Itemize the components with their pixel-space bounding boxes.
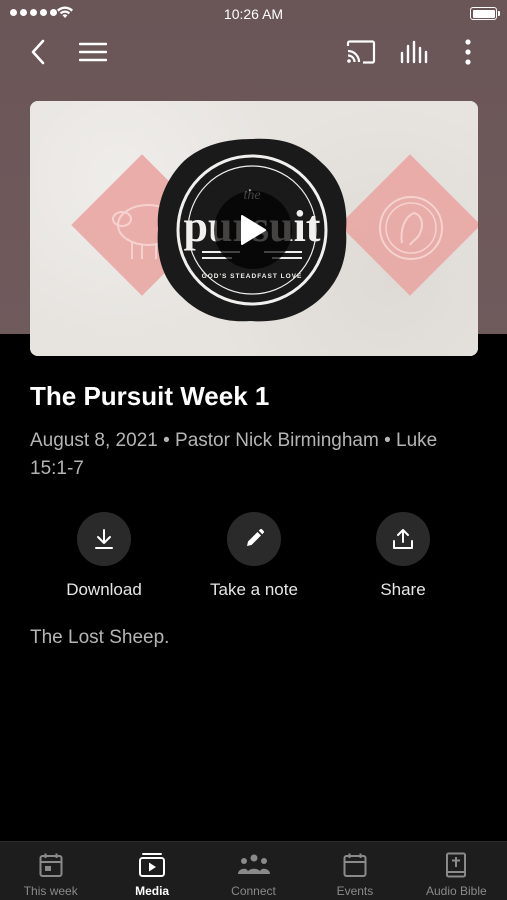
play-button[interactable]	[214, 191, 292, 269]
play-icon	[241, 215, 266, 245]
battery-icon	[470, 7, 500, 20]
calendar-icon	[343, 853, 367, 877]
equalizer-icon	[400, 40, 428, 64]
tab-media[interactable]: Media	[101, 842, 202, 900]
tab-connect[interactable]: Connect	[203, 842, 304, 900]
status-bar: 10:26 AM	[0, 0, 507, 28]
back-button[interactable]	[20, 34, 56, 70]
coin-icon	[379, 196, 443, 260]
people-icon	[237, 854, 270, 874]
tab-events-label: Events	[336, 884, 374, 898]
download-icon	[95, 529, 113, 549]
tab-audio-bible-label: Audio Bible	[425, 884, 487, 898]
cast-icon	[346, 40, 376, 64]
more-vertical-icon	[465, 39, 471, 65]
tab-this-week-label: This week	[23, 884, 78, 898]
calendar-day-icon	[39, 853, 63, 877]
take-note-button[interactable]: Take a note	[179, 512, 329, 600]
download-button[interactable]: Download	[29, 512, 179, 600]
hamburger-menu-icon	[79, 42, 107, 62]
sermon-description: The Lost Sheep.	[30, 627, 170, 648]
menu-button[interactable]	[75, 34, 111, 70]
audio-levels-button[interactable]	[396, 34, 432, 70]
download-label: Download	[66, 580, 142, 599]
tab-media-label: Media	[135, 884, 170, 898]
take-note-circle	[227, 512, 281, 566]
status-time: 10:26 AM	[223, 6, 284, 22]
share-label: Share	[380, 580, 426, 599]
download-circle	[77, 512, 131, 566]
cast-button[interactable]	[343, 34, 379, 70]
sermon-video-player[interactable]: the pursuit GOD'S STEADFAST LOVE	[30, 101, 478, 356]
share-icon	[393, 529, 413, 549]
chevron-left-icon	[31, 39, 45, 65]
share-circle	[376, 512, 430, 566]
sermon-title: The Pursuit Week 1	[30, 381, 270, 411]
bible-icon	[446, 852, 467, 878]
tab-connect-label: Connect	[231, 884, 276, 898]
media-play-icon	[139, 853, 166, 877]
tab-this-week[interactable]: This week	[0, 842, 101, 900]
pencil-icon	[247, 528, 265, 546]
tab-events[interactable]: Events	[304, 842, 405, 900]
take-note-label: Take a note	[210, 580, 298, 599]
more-options-button[interactable]	[450, 34, 486, 70]
tab-audio-bible[interactable]: Audio Bible	[406, 842, 507, 900]
series-tagline-text: GOD'S STEADFAST LOVE	[202, 273, 303, 280]
share-button[interactable]: Share	[328, 512, 478, 600]
sermon-meta: August 8, 2021 • Pastor Nick Birmingham …	[30, 430, 438, 479]
tab-bar: This week Media Connect Events Audio Bib…	[0, 841, 507, 900]
